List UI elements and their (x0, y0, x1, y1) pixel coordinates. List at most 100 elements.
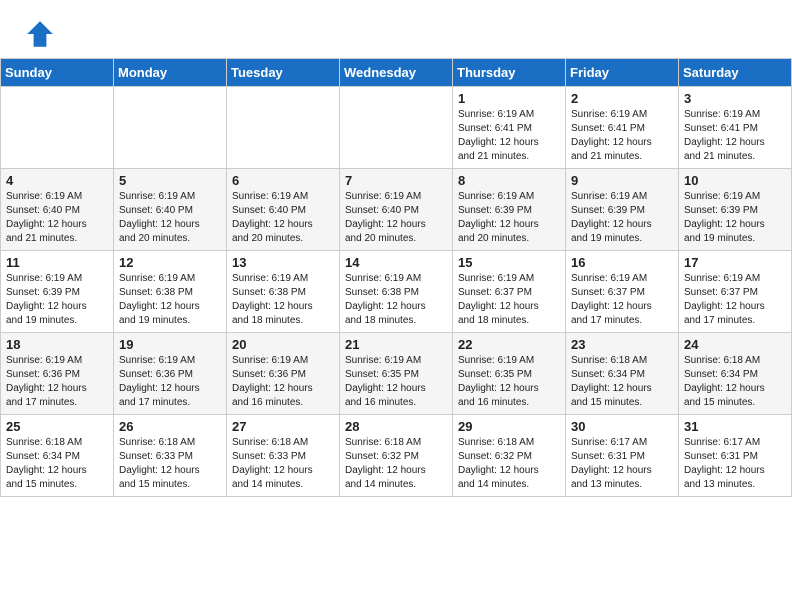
calendar-cell: 21 Sunrise: 6:19 AMSunset: 6:35 PMDayligh… (340, 333, 453, 415)
day-info: Sunrise: 6:18 AMSunset: 6:34 PMDaylight:… (684, 354, 786, 410)
day-info: Sunrise: 6:19 AMSunset: 6:40 PMDaylight:… (345, 190, 447, 246)
day-number: 11 (6, 255, 108, 270)
logo (24, 18, 60, 50)
day-number: 19 (119, 337, 221, 352)
day-number: 26 (119, 419, 221, 434)
calendar-cell: 3 Sunrise: 6:19 AMSunset: 6:41 PMDaylight… (679, 87, 792, 169)
day-info: Sunrise: 6:17 AMSunset: 6:31 PMDaylight:… (571, 436, 673, 492)
calendar-week-1: 4 Sunrise: 6:19 AMSunset: 6:40 PMDaylight… (1, 169, 792, 251)
day-info: Sunrise: 6:17 AMSunset: 6:31 PMDaylight:… (684, 436, 786, 492)
weekday-header-wednesday: Wednesday (340, 59, 453, 87)
day-info: Sunrise: 6:19 AMSunset: 6:39 PMDaylight:… (458, 190, 560, 246)
calendar-cell: 8 Sunrise: 6:19 AMSunset: 6:39 PMDaylight… (453, 169, 566, 251)
weekday-header-friday: Friday (566, 59, 679, 87)
day-info: Sunrise: 6:19 AMSunset: 6:38 PMDaylight:… (232, 272, 334, 328)
day-number: 21 (345, 337, 447, 352)
day-number: 5 (119, 173, 221, 188)
day-number: 29 (458, 419, 560, 434)
weekday-header-saturday: Saturday (679, 59, 792, 87)
calendar-cell: 10Sunrise: 6:19 AMSunset: 6:39 PMDayligh… (679, 169, 792, 251)
day-info: Sunrise: 6:19 AMSunset: 6:38 PMDaylight:… (345, 272, 447, 328)
calendar-cell: 25Sunrise: 6:18 AMSunset: 6:34 PMDayligh… (1, 415, 114, 497)
day-number: 8 (458, 173, 560, 188)
day-number: 28 (345, 419, 447, 434)
day-number: 3 (684, 91, 786, 106)
calendar-cell: 2 Sunrise: 6:19 AMSunset: 6:41 PMDaylight… (566, 87, 679, 169)
day-info: Sunrise: 6:19 AMSunset: 6:41 PMDaylight:… (571, 108, 673, 164)
day-info: Sunrise: 6:19 AMSunset: 6:35 PMDaylight:… (345, 354, 447, 410)
day-number: 24 (684, 337, 786, 352)
calendar-table: SundayMondayTuesdayWednesdayThursdayFrid… (0, 58, 792, 497)
day-info: Sunrise: 6:18 AMSunset: 6:34 PMDaylight:… (6, 436, 108, 492)
day-number: 12 (119, 255, 221, 270)
calendar-cell: 27 Sunrise: 6:18 AMSunset: 6:33 PMDayligh… (227, 415, 340, 497)
calendar-cell: 12Sunrise: 6:19 AMSunset: 6:38 PMDayligh… (114, 251, 227, 333)
day-info: Sunrise: 6:19 AMSunset: 6:36 PMDaylight:… (119, 354, 221, 410)
day-info: Sunrise: 6:19 AMSunset: 6:39 PMDaylight:… (571, 190, 673, 246)
calendar-cell: 28 Sunrise: 6:18 AMSunset: 6:32 PMDayligh… (340, 415, 453, 497)
day-info: Sunrise: 6:19 AMSunset: 6:37 PMDaylight:… (571, 272, 673, 328)
calendar-cell: 4 Sunrise: 6:19 AMSunset: 6:40 PMDaylight… (1, 169, 114, 251)
weekday-header-row: SundayMondayTuesdayWednesdayThursdayFrid… (1, 59, 792, 87)
calendar-cell: 5Sunrise: 6:19 AMSunset: 6:40 PMDaylight… (114, 169, 227, 251)
calendar-cell: 9 Sunrise: 6:19 AMSunset: 6:39 PMDaylight… (566, 169, 679, 251)
calendar-cell: 22 Sunrise: 6:19 AMSunset: 6:35 PMDayligh… (453, 333, 566, 415)
calendar-week-4: 25Sunrise: 6:18 AMSunset: 6:34 PMDayligh… (1, 415, 792, 497)
day-number: 17 (684, 255, 786, 270)
day-number: 13 (232, 255, 334, 270)
logo-icon (24, 18, 56, 50)
weekday-header-sunday: Sunday (1, 59, 114, 87)
calendar-cell: 16 Sunrise: 6:19 AMSunset: 6:37 PMDayligh… (566, 251, 679, 333)
day-number: 14 (345, 255, 447, 270)
calendar-cell: 30 Sunrise: 6:17 AMSunset: 6:31 PMDayligh… (566, 415, 679, 497)
day-info: Sunrise: 6:19 AMSunset: 6:36 PMDaylight:… (232, 354, 334, 410)
day-number: 15 (458, 255, 560, 270)
day-number: 16 (571, 255, 673, 270)
calendar-cell (227, 87, 340, 169)
day-info: Sunrise: 6:19 AMSunset: 6:36 PMDaylight:… (6, 354, 108, 410)
day-info: Sunrise: 6:18 AMSunset: 6:32 PMDaylight:… (345, 436, 447, 492)
weekday-header-thursday: Thursday (453, 59, 566, 87)
day-info: Sunrise: 6:19 AMSunset: 6:41 PMDaylight:… (684, 108, 786, 164)
calendar-cell: 6 Sunrise: 6:19 AMSunset: 6:40 PMDaylight… (227, 169, 340, 251)
calendar-cell: 15 Sunrise: 6:19 AMSunset: 6:37 PMDayligh… (453, 251, 566, 333)
calendar-cell: 31 Sunrise: 6:17 AMSunset: 6:31 PMDayligh… (679, 415, 792, 497)
day-info: Sunrise: 6:19 AMSunset: 6:37 PMDaylight:… (684, 272, 786, 328)
day-number: 23 (571, 337, 673, 352)
calendar-cell (340, 87, 453, 169)
day-number: 30 (571, 419, 673, 434)
day-info: Sunrise: 6:19 AMSunset: 6:37 PMDaylight:… (458, 272, 560, 328)
day-number: 4 (6, 173, 108, 188)
day-number: 18 (6, 337, 108, 352)
calendar-cell: 7Sunrise: 6:19 AMSunset: 6:40 PMDaylight… (340, 169, 453, 251)
day-info: Sunrise: 6:19 AMSunset: 6:40 PMDaylight:… (6, 190, 108, 246)
day-number: 1 (458, 91, 560, 106)
calendar-cell: 11Sunrise: 6:19 AMSunset: 6:39 PMDayligh… (1, 251, 114, 333)
day-number: 9 (571, 173, 673, 188)
calendar-cell: 26Sunrise: 6:18 AMSunset: 6:33 PMDayligh… (114, 415, 227, 497)
calendar-cell: 29 Sunrise: 6:18 AMSunset: 6:32 PMDayligh… (453, 415, 566, 497)
day-info: Sunrise: 6:19 AMSunset: 6:41 PMDaylight:… (458, 108, 560, 164)
day-info: Sunrise: 6:19 AMSunset: 6:40 PMDaylight:… (232, 190, 334, 246)
weekday-header-tuesday: Tuesday (227, 59, 340, 87)
day-number: 10 (684, 173, 786, 188)
day-info: Sunrise: 6:18 AMSunset: 6:32 PMDaylight:… (458, 436, 560, 492)
calendar-cell: 20 Sunrise: 6:19 AMSunset: 6:36 PMDayligh… (227, 333, 340, 415)
day-info: Sunrise: 6:18 AMSunset: 6:33 PMDaylight:… (232, 436, 334, 492)
day-number: 31 (684, 419, 786, 434)
day-number: 2 (571, 91, 673, 106)
calendar-cell: 1 Sunrise: 6:19 AMSunset: 6:41 PMDaylight… (453, 87, 566, 169)
day-info: Sunrise: 6:19 AMSunset: 6:35 PMDaylight:… (458, 354, 560, 410)
calendar-cell: 13 Sunrise: 6:19 AMSunset: 6:38 PMDayligh… (227, 251, 340, 333)
day-number: 20 (232, 337, 334, 352)
day-number: 22 (458, 337, 560, 352)
calendar-week-2: 11Sunrise: 6:19 AMSunset: 6:39 PMDayligh… (1, 251, 792, 333)
calendar-cell: 19 Sunrise: 6:19 AMSunset: 6:36 PMDayligh… (114, 333, 227, 415)
calendar-cell: 14 Sunrise: 6:19 AMSunset: 6:38 PMDayligh… (340, 251, 453, 333)
weekday-header-monday: Monday (114, 59, 227, 87)
calendar-cell: 24 Sunrise: 6:18 AMSunset: 6:34 PMDayligh… (679, 333, 792, 415)
page-header (0, 0, 792, 58)
day-number: 6 (232, 173, 334, 188)
day-number: 27 (232, 419, 334, 434)
calendar-cell: 17 Sunrise: 6:19 AMSunset: 6:37 PMDayligh… (679, 251, 792, 333)
